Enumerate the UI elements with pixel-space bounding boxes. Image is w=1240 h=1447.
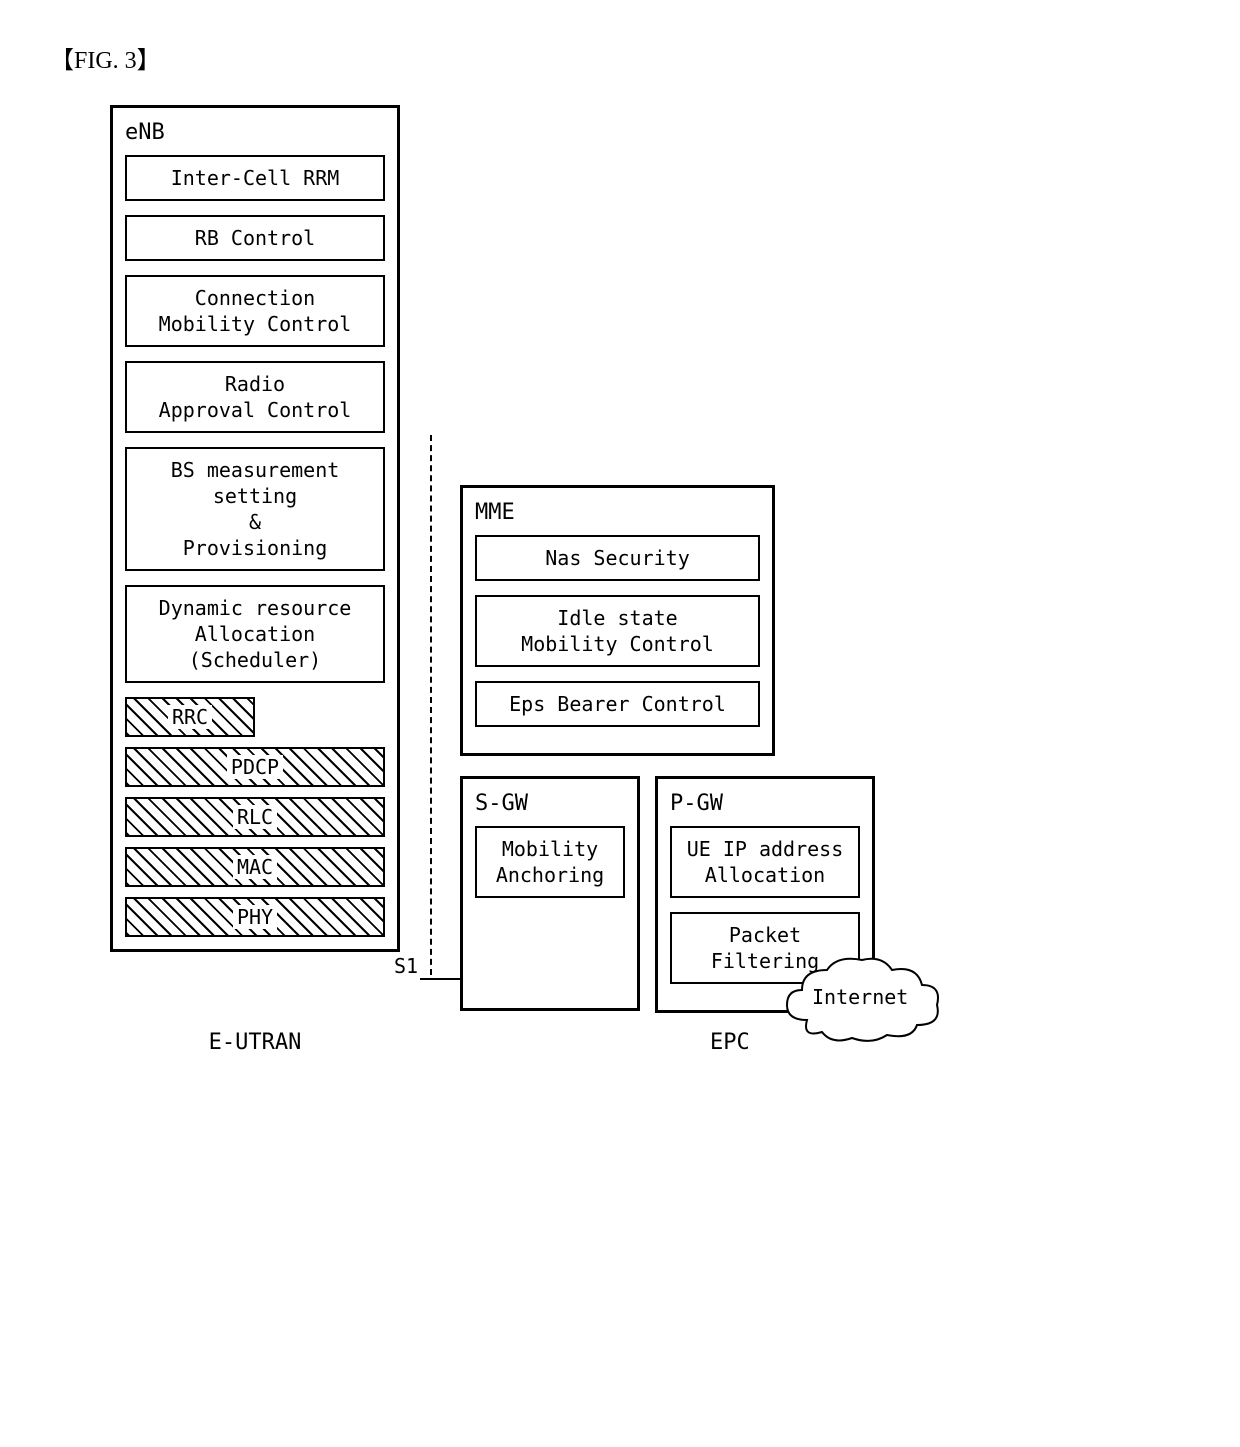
pdcp-layer: PDCP bbox=[125, 747, 385, 787]
dynamic-resource-block: Dynamic resource Allocation (Scheduler) bbox=[125, 585, 385, 683]
idle-state-block: Idle state Mobility Control bbox=[475, 595, 760, 667]
mme-box: MME Nas Security Idle state Mobility Con… bbox=[460, 485, 775, 756]
sgw-box: S-GW Mobility Anchoring bbox=[460, 776, 640, 1011]
eps-bearer-block: Eps Bearer Control bbox=[475, 681, 760, 727]
pgw-box: P-GW UE IP address Allocation Packet Fil… bbox=[655, 776, 875, 1013]
mobility-anchoring-block: Mobility Anchoring bbox=[475, 826, 625, 898]
figure-label: 【FIG. 3】 bbox=[50, 40, 1200, 75]
gateway-row: S-GW Mobility Anchoring P-GW UE IP addre… bbox=[460, 776, 875, 1013]
bs-measurement-block: BS measurement setting & Provisioning bbox=[125, 447, 385, 571]
phy-layer: PHY bbox=[125, 897, 385, 937]
mac-layer: MAC bbox=[125, 847, 385, 887]
divider: S1 bbox=[400, 435, 460, 1015]
epc-label: EPC bbox=[710, 1030, 750, 1055]
ue-ip-block: UE IP address Allocation bbox=[670, 826, 860, 898]
connection-mobility-block: Connection Mobility Control bbox=[125, 275, 385, 347]
diagram-container: eNB Inter-Cell RRM RB Control Connection… bbox=[110, 105, 1200, 1015]
inter-cell-rrm-block: Inter-Cell RRM bbox=[125, 155, 385, 201]
rb-control-block: RB Control bbox=[125, 215, 385, 261]
eutran-label: E-UTRAN bbox=[110, 1030, 400, 1055]
sgw-title: S-GW bbox=[475, 791, 625, 816]
enb-title: eNB bbox=[125, 120, 385, 145]
rlc-layer: RLC bbox=[125, 797, 385, 837]
radio-approval-block: Radio Approval Control bbox=[125, 361, 385, 433]
epc-column: MME Nas Security Idle state Mobility Con… bbox=[460, 485, 875, 1013]
nas-security-block: Nas Security bbox=[475, 535, 760, 581]
s1-label: S1 bbox=[392, 952, 420, 980]
bottom-labels: E-UTRAN EPC bbox=[110, 1030, 1200, 1055]
internet-label: Internet bbox=[812, 985, 908, 1009]
dashed-line bbox=[430, 435, 432, 975]
rrc-layer: RRC bbox=[125, 697, 255, 737]
pgw-title: P-GW bbox=[670, 791, 860, 816]
mme-title: MME bbox=[475, 500, 760, 525]
enb-box: eNB Inter-Cell RRM RB Control Connection… bbox=[110, 105, 400, 952]
internet-cloud: Internet bbox=[777, 950, 947, 1045]
